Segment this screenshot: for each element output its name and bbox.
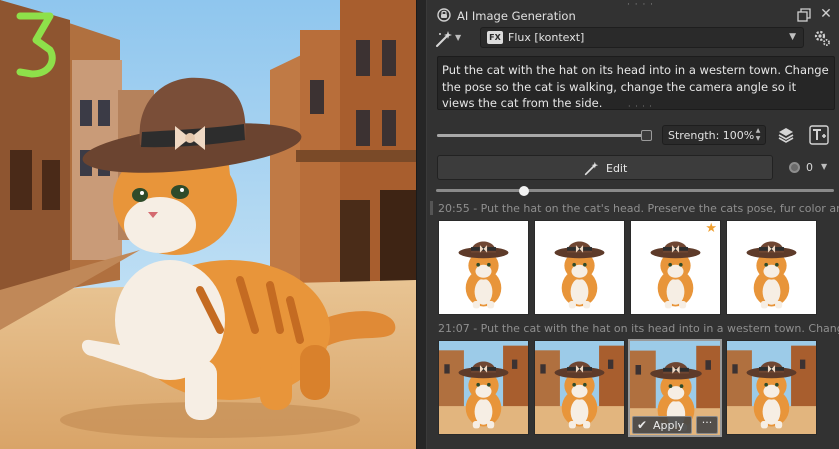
history-thumbnail-selected[interactable]: ✔ Apply ··· bbox=[628, 339, 722, 437]
model-name: Flux [kontext] bbox=[508, 31, 585, 44]
cat-thumbnail-image bbox=[535, 341, 624, 434]
strength-row: Strength: 100% ▲ ▼ bbox=[437, 124, 837, 146]
history-scrubber[interactable] bbox=[436, 186, 834, 196]
generate-row: Edit 0 ▼ bbox=[437, 155, 837, 180]
cat-thumbnail-image bbox=[727, 341, 816, 434]
queue-status-icon bbox=[789, 162, 800, 173]
close-icon[interactable]: ✕ bbox=[819, 7, 833, 21]
canvas-view[interactable] bbox=[0, 0, 416, 449]
float-window-icon[interactable] bbox=[797, 8, 811, 22]
apply-label: Apply bbox=[653, 419, 685, 432]
cat-thumbnail-image bbox=[727, 221, 816, 314]
chevron-down-icon: ▼ bbox=[455, 33, 462, 42]
model-badge: FX bbox=[487, 31, 503, 44]
history-thumbnail[interactable] bbox=[438, 340, 529, 435]
splitter[interactable] bbox=[416, 0, 427, 449]
history-group-label[interactable]: 21:07 - Put the cat with the hat on its … bbox=[438, 322, 839, 336]
strength-label: Strength: 100% bbox=[668, 129, 755, 142]
cat-thumbnail-image bbox=[439, 341, 528, 434]
strength-spinbox[interactable]: Strength: 100% ▲ ▼ bbox=[662, 125, 766, 145]
strength-slider[interactable] bbox=[437, 130, 652, 141]
docker-title: AI Image Generation bbox=[457, 9, 576, 23]
history-thumbnail[interactable] bbox=[726, 340, 817, 435]
resize-grip[interactable]: · · · · bbox=[628, 103, 653, 111]
history-group-marker bbox=[430, 201, 433, 215]
magic-wand-icon bbox=[584, 161, 599, 176]
generation-mode-button[interactable]: ▼ bbox=[435, 28, 465, 48]
star-icon[interactable]: ★ bbox=[705, 222, 717, 235]
history-thumbnail[interactable]: ★ bbox=[630, 220, 721, 315]
cat-thumbnail-image bbox=[535, 221, 624, 314]
edit-label: Edit bbox=[606, 162, 628, 175]
more-options-button[interactable]: ··· bbox=[696, 416, 718, 434]
model-select[interactable]: FX Flux [kontext] ▼ bbox=[480, 27, 804, 48]
queue-button[interactable]: 0 ▼ bbox=[785, 159, 833, 177]
settings-gears-icon[interactable] bbox=[813, 29, 831, 47]
step-number-badge bbox=[16, 12, 56, 78]
progress-track bbox=[436, 189, 834, 192]
docker-title-bar[interactable]: AI Image Generation ✕ bbox=[435, 7, 835, 25]
apply-button[interactable]: ✔ Apply bbox=[632, 416, 692, 434]
ai-generation-icon bbox=[437, 8, 451, 22]
history-thumbnail[interactable] bbox=[534, 340, 625, 435]
cat-thumbnail-image bbox=[439, 221, 528, 314]
edit-button[interactable]: Edit bbox=[437, 155, 773, 180]
history-group-label[interactable]: 20:55 - Put the hat on the cat's head. P… bbox=[438, 202, 839, 216]
canvas-image bbox=[0, 0, 416, 449]
strength-slider-fill bbox=[437, 134, 647, 137]
history-thumbnail[interactable] bbox=[438, 220, 529, 315]
layer-stack-icon[interactable] bbox=[777, 126, 795, 144]
history-thumbnail[interactable] bbox=[534, 220, 625, 315]
prompt-textarea[interactable]: Put the cat with the hat on its head int… bbox=[437, 56, 835, 111]
magic-wand-icon bbox=[436, 31, 452, 47]
chevron-down-icon: ▼ bbox=[789, 32, 796, 42]
model-toolbar: ▼ FX Flux [kontext] ▼ bbox=[433, 27, 835, 49]
checkmark-icon: ✔ bbox=[637, 418, 648, 432]
chevron-down-icon: ▼ bbox=[821, 162, 828, 171]
history-thumbnail[interactable] bbox=[726, 220, 817, 315]
strength-slider-handle[interactable] bbox=[641, 130, 652, 141]
scrubber-handle[interactable] bbox=[518, 186, 529, 196]
queue-count: 0 bbox=[806, 161, 813, 174]
spin-arrows-icon[interactable]: ▲ ▼ bbox=[753, 127, 763, 143]
text-prompt-icon[interactable] bbox=[809, 125, 829, 145]
